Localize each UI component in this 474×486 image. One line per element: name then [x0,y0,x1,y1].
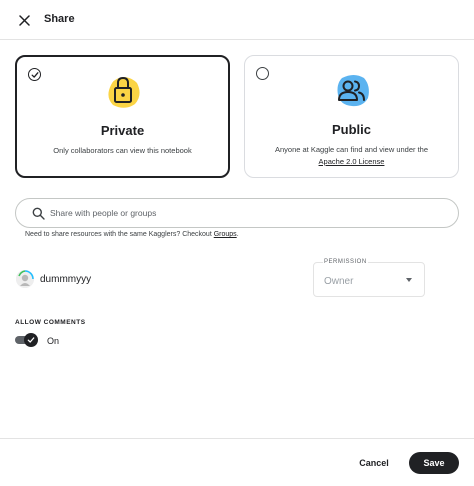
save-button[interactable]: Save [409,452,459,474]
groups-hint-suffix: . [236,231,239,238]
allow-comments-toggle[interactable] [15,333,38,347]
collaborator-username: dummmyyy [40,274,92,285]
close-button[interactable] [14,10,34,30]
private-radio[interactable] [28,68,41,81]
search-input[interactable] [50,203,440,223]
groups-hint: Need to share resources with the same Ka… [25,231,239,238]
permission-select[interactable]: Owner [313,262,425,297]
private-option-card[interactable]: Private Only collaborators can view this… [15,55,230,178]
cancel-button[interactable]: Cancel [352,452,396,474]
public-title: Public [331,122,371,137]
groups-link[interactable]: Groups [214,231,237,238]
avatar-image [16,270,34,288]
toggle-knob [24,333,38,347]
groups-hint-text: Need to share resources with the same Ka… [25,231,214,238]
chevron-down-icon [406,278,412,282]
dialog-header: Share [0,0,474,40]
public-option-card[interactable]: Public Anyone at Kaggle can find and vie… [244,55,459,178]
share-search-box[interactable] [15,198,459,228]
public-description: Anyone at Kaggle can find and view under… [253,144,450,168]
check-icon [27,337,35,343]
public-description-text: Anyone at Kaggle can find and view under… [274,145,429,154]
public-radio[interactable] [256,67,269,80]
allow-comments-state: On [47,336,60,346]
private-description: Only collaborators can view this noteboo… [53,146,192,155]
permission-value: Owner [324,276,354,287]
apache-license-link[interactable]: Apache 2.0 License [319,157,385,166]
lock-icon [107,76,140,108]
people-icon [337,75,369,107]
close-icon [18,14,30,26]
check-icon [31,71,38,78]
dialog-footer: Cancel Save [0,438,474,486]
share-dialog: Share Private Only collaborators can vie… [0,0,474,486]
search-icon [32,207,45,220]
avatar [16,270,34,288]
private-title: Private [100,123,145,138]
permission-label: PERMISSION [323,259,368,265]
dialog-title: Share [44,13,75,25]
allow-comments-label: ALLOW COMMENTS [15,319,86,326]
